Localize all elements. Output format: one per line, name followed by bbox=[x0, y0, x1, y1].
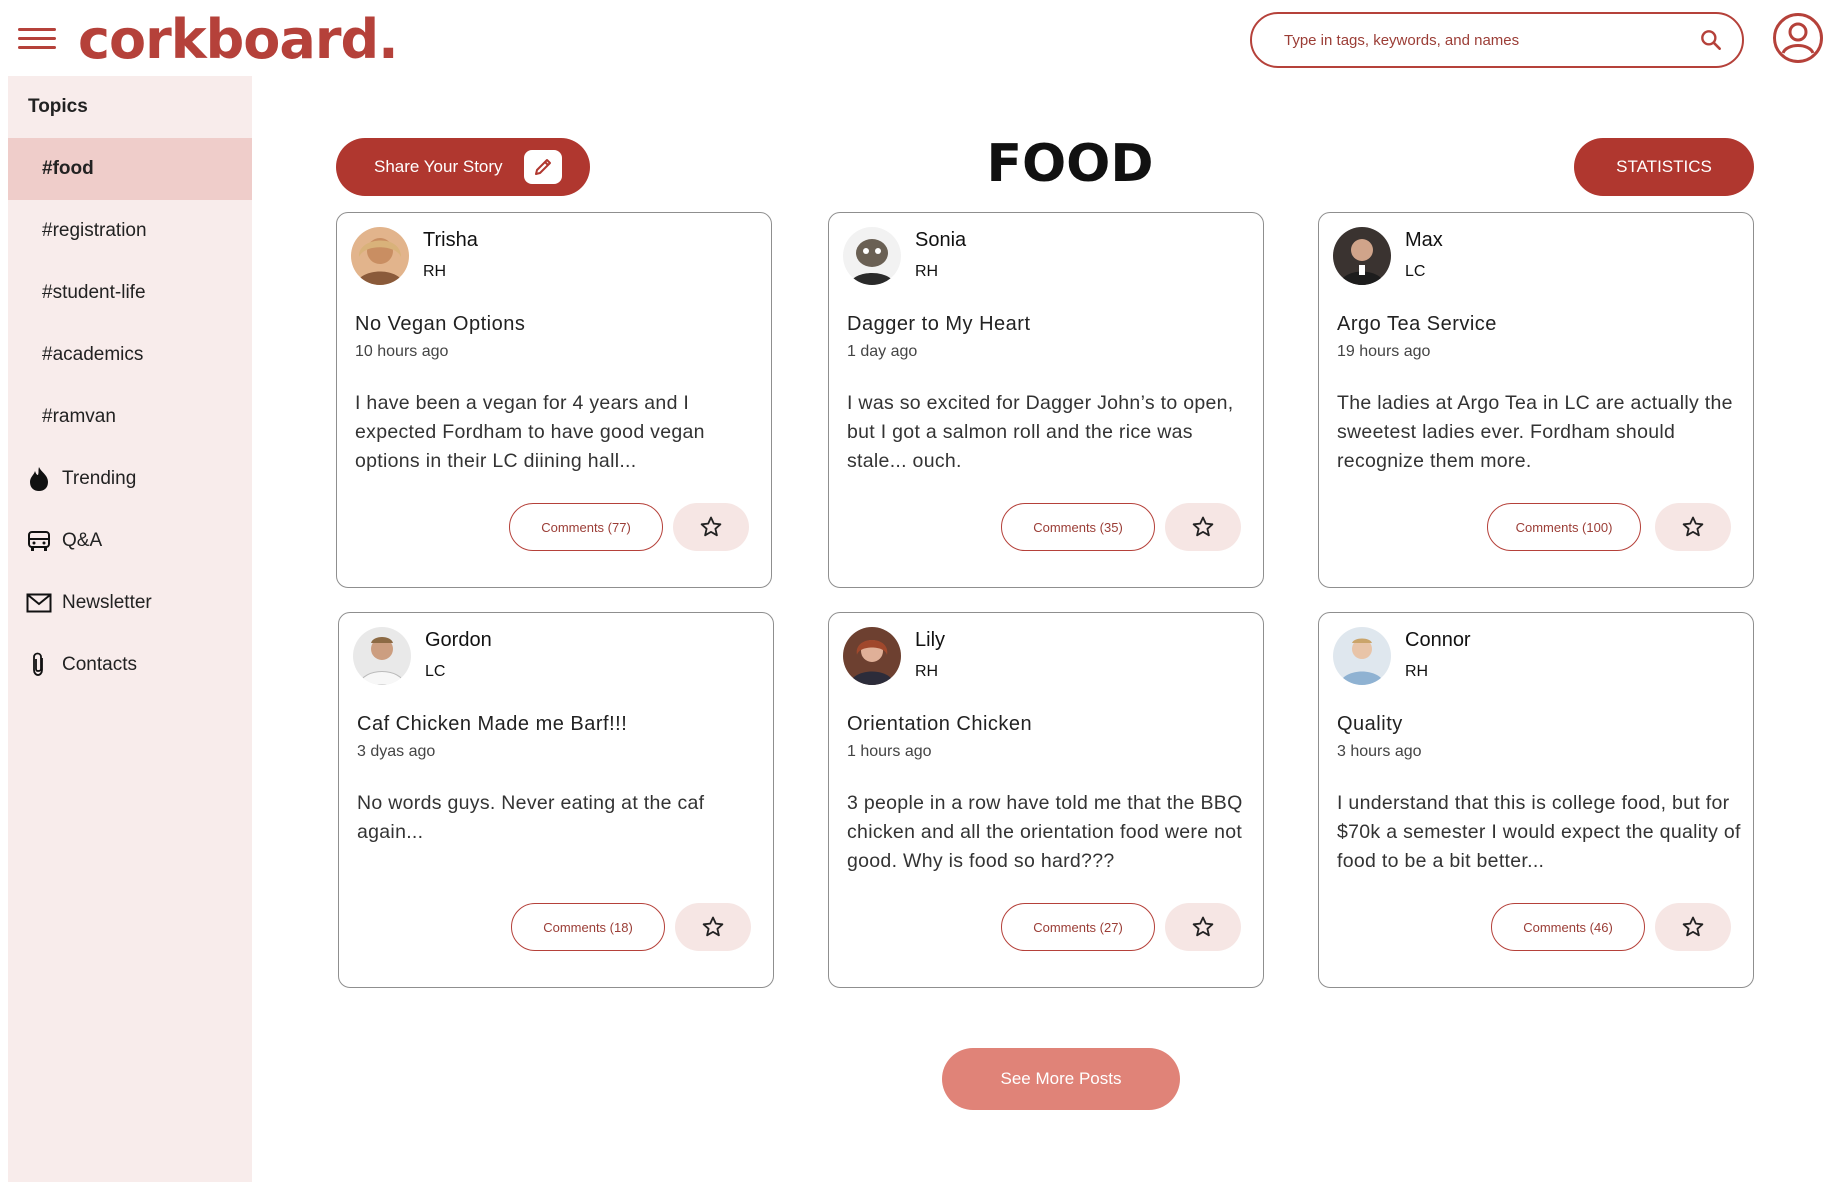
author-name[interactable]: Sonia bbox=[915, 229, 966, 252]
share-your-story-button[interactable]: Share Your Story bbox=[336, 138, 590, 196]
star-icon[interactable] bbox=[1165, 503, 1241, 551]
star-icon[interactable] bbox=[1655, 503, 1731, 551]
post-title[interactable]: Argo Tea Service bbox=[1337, 313, 1497, 336]
statistics-button[interactable]: STATISTICS bbox=[1574, 138, 1754, 196]
author-campus: LC bbox=[1405, 263, 1426, 280]
paperclip-icon bbox=[26, 652, 52, 678]
star-icon[interactable] bbox=[1655, 903, 1731, 951]
see-more-posts-button[interactable]: See More Posts bbox=[942, 1048, 1180, 1110]
author-campus: RH bbox=[1405, 663, 1429, 680]
sidebar-item-contacts[interactable]: Contacts bbox=[8, 634, 252, 696]
comments-button[interactable]: Comments (35) bbox=[1001, 503, 1155, 551]
post-title[interactable]: Orientation Chicken bbox=[847, 713, 1032, 736]
post-time: 19 hours ago bbox=[1337, 343, 1431, 360]
post-card: Connor RH Quality 3 hours ago I understa… bbox=[1318, 612, 1754, 988]
post-time: 3 dyas ago bbox=[357, 743, 436, 760]
sidebar-item-trending[interactable]: Trending bbox=[8, 448, 252, 510]
profile-photo[interactable] bbox=[843, 227, 901, 285]
post-title[interactable]: No Vegan Options bbox=[355, 313, 525, 336]
author-name[interactable]: Trisha bbox=[423, 229, 478, 252]
comments-button[interactable]: Comments (27) bbox=[1001, 903, 1155, 951]
post-body: I understand that this is college food, … bbox=[1337, 792, 1741, 872]
profile-photo[interactable] bbox=[351, 227, 409, 285]
mail-icon bbox=[26, 590, 52, 616]
profile-photo[interactable] bbox=[843, 627, 901, 685]
comments-button[interactable]: Comments (77) bbox=[509, 503, 663, 551]
post-title[interactable]: Quality bbox=[1337, 713, 1403, 736]
sidebar-topic-academics[interactable]: #academics bbox=[8, 324, 252, 386]
star-icon[interactable] bbox=[673, 503, 749, 551]
sidebar-topic-registration[interactable]: #registration bbox=[8, 200, 252, 262]
sidebar-item-label: Newsletter bbox=[62, 592, 152, 613]
post-body: No words guys. Never eating at the caf a… bbox=[357, 792, 705, 843]
sidebar-topic-food[interactable]: #food bbox=[8, 138, 252, 200]
post-time: 1 hours ago bbox=[847, 743, 932, 760]
sidebar-item-label: Q&A bbox=[62, 530, 103, 551]
author-name[interactable]: Lily bbox=[915, 629, 945, 652]
comments-button[interactable]: Comments (100) bbox=[1487, 503, 1641, 551]
user-avatar-icon[interactable] bbox=[1772, 12, 1824, 64]
author-campus: RH bbox=[423, 263, 447, 280]
post-title[interactable]: Dagger to My Heart bbox=[847, 313, 1031, 336]
star-icon[interactable] bbox=[1165, 903, 1241, 951]
search-icon[interactable] bbox=[1698, 27, 1724, 53]
sidebar-item-newsletter[interactable]: Newsletter bbox=[8, 572, 252, 634]
post-time: 3 hours ago bbox=[1337, 743, 1422, 760]
sidebar-item-label: Contacts bbox=[62, 654, 137, 675]
post-body: I have been a vegan for 4 years and I ex… bbox=[355, 392, 705, 472]
profile-photo[interactable] bbox=[1333, 627, 1391, 685]
post-body: I was so excited for Dagger John’s to op… bbox=[847, 392, 1234, 472]
sidebar-item-label: Trending bbox=[62, 468, 137, 489]
post-body: 3 people in a row have told me that the … bbox=[847, 792, 1243, 872]
sidebar: Topics #food #registration #student-life… bbox=[8, 76, 252, 1182]
post-card: Sonia RH Dagger to My Heart 1 day ago I … bbox=[828, 212, 1264, 588]
author-campus: RH bbox=[915, 263, 939, 280]
author-name[interactable]: Connor bbox=[1405, 629, 1471, 652]
fire-icon bbox=[26, 466, 52, 492]
comments-button[interactable]: Comments (18) bbox=[511, 903, 665, 951]
page-title: FOOD bbox=[986, 134, 1154, 194]
post-card: Trisha RH No Vegan Options 10 hours ago … bbox=[336, 212, 772, 588]
comments-button[interactable]: Comments (46) bbox=[1491, 903, 1645, 951]
topics-heading: Topics bbox=[28, 96, 88, 117]
profile-photo[interactable] bbox=[353, 627, 411, 685]
author-campus: LC bbox=[425, 663, 446, 680]
bus-icon bbox=[26, 528, 52, 554]
post-card: Max LC Argo Tea Service 19 hours ago The… bbox=[1318, 212, 1754, 588]
sidebar-topic-student-life[interactable]: #student-life bbox=[8, 262, 252, 324]
sidebar-item-qa[interactable]: Q&A bbox=[8, 510, 252, 572]
author-campus: RH bbox=[915, 663, 939, 680]
author-name[interactable]: Max bbox=[1405, 229, 1443, 252]
menu-icon[interactable] bbox=[18, 28, 56, 50]
logo[interactable]: corkboard. bbox=[78, 8, 399, 71]
search-input[interactable] bbox=[1284, 31, 1698, 49]
author-name[interactable]: Gordon bbox=[425, 629, 492, 652]
post-card: Lily RH Orientation Chicken 1 hours ago … bbox=[828, 612, 1264, 988]
pencil-icon bbox=[524, 150, 562, 184]
star-icon[interactable] bbox=[675, 903, 751, 951]
post-card: Gordon LC Caf Chicken Made me Barf!!! 3 … bbox=[338, 612, 774, 988]
post-body: The ladies at Argo Tea in LC are actuall… bbox=[1337, 392, 1733, 472]
post-time: 1 day ago bbox=[847, 343, 918, 360]
post-time: 10 hours ago bbox=[355, 343, 449, 360]
post-title[interactable]: Caf Chicken Made me Barf!!! bbox=[357, 713, 627, 736]
profile-photo[interactable] bbox=[1333, 227, 1391, 285]
search-bar[interactable] bbox=[1250, 12, 1744, 68]
share-button-label: Share Your Story bbox=[374, 157, 503, 176]
sidebar-topic-ramvan[interactable]: #ramvan bbox=[8, 386, 252, 448]
